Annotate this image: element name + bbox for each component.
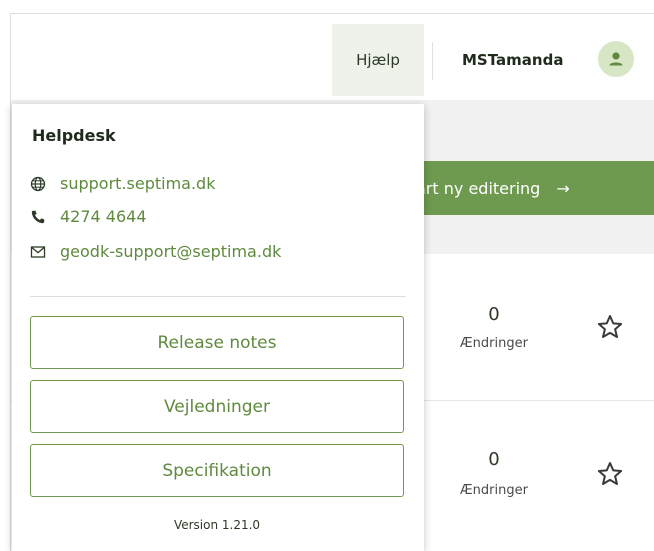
- arrow-right-icon: →: [556, 178, 570, 198]
- header-divider: [432, 42, 433, 80]
- phone-link[interactable]: 4274 4644: [30, 207, 147, 226]
- helpdesk-title: Helpdesk: [32, 126, 116, 145]
- dropdown-divider: [30, 296, 406, 297]
- version-label: Version 1.21.0: [173, 518, 261, 532]
- website-text: support.septima.dk: [60, 174, 216, 193]
- email-text: geodk-support@septima.dk: [60, 242, 282, 261]
- app-frame: Hjælp MSTamanda art ny editering → 0 Ænd…: [0, 0, 654, 551]
- user-icon: [609, 52, 623, 66]
- phone-icon: [31, 210, 45, 223]
- changes-count: 0: [488, 304, 500, 325]
- start-new-edit-label: art ny editering: [416, 178, 541, 198]
- specification-button[interactable]: Specifikation: [30, 444, 404, 497]
- star-icon[interactable]: [595, 459, 625, 489]
- release-notes-button[interactable]: Release notes: [30, 316, 404, 369]
- avatar[interactable]: [598, 41, 634, 77]
- star-icon[interactable]: [595, 312, 625, 342]
- username-label[interactable]: MSTamanda: [462, 50, 563, 70]
- mail-icon: [30, 245, 46, 258]
- help-dropdown: Helpdesk support.septima.dk 4274 4644 ge: [12, 104, 424, 551]
- start-new-edit-button[interactable]: art ny editering →: [406, 161, 654, 215]
- help-menu-button[interactable]: Hjælp: [332, 24, 424, 96]
- globe-icon: [30, 176, 46, 191]
- email-link[interactable]: geodk-support@septima.dk: [30, 242, 281, 261]
- changes-label: Ændringer: [460, 483, 528, 498]
- changes-label: Ændringer: [460, 336, 528, 351]
- changes-count: 0: [488, 449, 500, 470]
- phone-text: 4274 4644: [60, 207, 147, 226]
- website-link[interactable]: support.septima.dk: [30, 174, 215, 193]
- guides-button[interactable]: Vejledninger: [30, 380, 404, 433]
